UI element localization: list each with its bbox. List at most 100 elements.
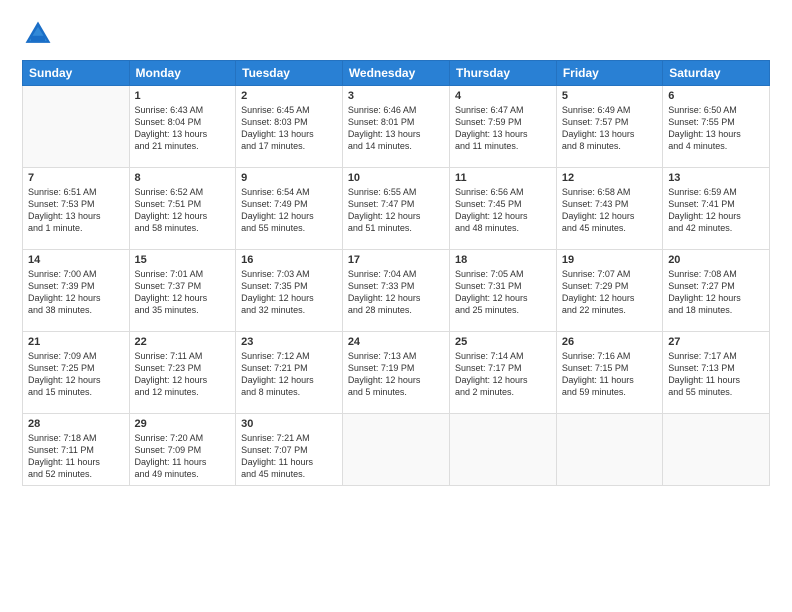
day-number: 30 [241, 418, 337, 430]
day-info: Sunrise: 7:17 AM Sunset: 7:13 PM Dayligh… [668, 350, 764, 399]
day-info: Sunrise: 6:50 AM Sunset: 7:55 PM Dayligh… [668, 104, 764, 153]
day-number: 19 [562, 254, 657, 266]
calendar-cell [342, 414, 449, 486]
week-row-3: 14 Sunrise: 7:00 AM Sunset: 7:39 PM Dayli… [23, 250, 770, 332]
calendar-cell: 20 Sunrise: 7:08 AM Sunset: 7:27 PM Dayli… [663, 250, 770, 332]
day-info: Sunrise: 7:21 AM Sunset: 7:07 PM Dayligh… [241, 432, 337, 481]
day-info: Sunrise: 7:01 AM Sunset: 7:37 PM Dayligh… [135, 268, 231, 317]
day-info: Sunrise: 6:58 AM Sunset: 7:43 PM Dayligh… [562, 186, 657, 235]
calendar-cell: 19 Sunrise: 7:07 AM Sunset: 7:29 PM Dayli… [556, 250, 662, 332]
day-number: 16 [241, 254, 337, 266]
week-row-1: 1 Sunrise: 6:43 AM Sunset: 8:04 PM Daylig… [23, 86, 770, 168]
day-info: Sunrise: 6:52 AM Sunset: 7:51 PM Dayligh… [135, 186, 231, 235]
day-number: 13 [668, 172, 764, 184]
day-number: 3 [348, 90, 444, 102]
day-header-wednesday: Wednesday [342, 61, 449, 86]
day-number: 5 [562, 90, 657, 102]
day-number: 21 [28, 336, 124, 348]
day-header-monday: Monday [129, 61, 236, 86]
day-number: 28 [28, 418, 124, 430]
calendar-cell: 24 Sunrise: 7:13 AM Sunset: 7:19 PM Dayli… [342, 332, 449, 414]
calendar-cell: 1 Sunrise: 6:43 AM Sunset: 8:04 PM Daylig… [129, 86, 236, 168]
day-info: Sunrise: 6:56 AM Sunset: 7:45 PM Dayligh… [455, 186, 551, 235]
day-info: Sunrise: 7:18 AM Sunset: 7:11 PM Dayligh… [28, 432, 124, 481]
day-number: 10 [348, 172, 444, 184]
day-number: 22 [135, 336, 231, 348]
day-number: 8 [135, 172, 231, 184]
calendar-cell: 22 Sunrise: 7:11 AM Sunset: 7:23 PM Dayli… [129, 332, 236, 414]
day-info: Sunrise: 6:55 AM Sunset: 7:47 PM Dayligh… [348, 186, 444, 235]
day-info: Sunrise: 7:07 AM Sunset: 7:29 PM Dayligh… [562, 268, 657, 317]
day-info: Sunrise: 7:00 AM Sunset: 7:39 PM Dayligh… [28, 268, 124, 317]
day-info: Sunrise: 7:13 AM Sunset: 7:19 PM Dayligh… [348, 350, 444, 399]
calendar-cell: 13 Sunrise: 6:59 AM Sunset: 7:41 PM Dayli… [663, 168, 770, 250]
calendar-cell: 7 Sunrise: 6:51 AM Sunset: 7:53 PM Daylig… [23, 168, 130, 250]
day-header-saturday: Saturday [663, 61, 770, 86]
calendar-cell: 14 Sunrise: 7:00 AM Sunset: 7:39 PM Dayli… [23, 250, 130, 332]
page: SundayMondayTuesdayWednesdayThursdayFrid… [0, 0, 792, 612]
day-info: Sunrise: 7:09 AM Sunset: 7:25 PM Dayligh… [28, 350, 124, 399]
day-info: Sunrise: 6:46 AM Sunset: 8:01 PM Dayligh… [348, 104, 444, 153]
day-number: 27 [668, 336, 764, 348]
week-row-2: 7 Sunrise: 6:51 AM Sunset: 7:53 PM Daylig… [23, 168, 770, 250]
day-number: 6 [668, 90, 764, 102]
day-number: 15 [135, 254, 231, 266]
day-info: Sunrise: 7:03 AM Sunset: 7:35 PM Dayligh… [241, 268, 337, 317]
calendar-cell: 18Sunrise: 7:05 AM Sunset: 7:31 PM Dayli… [450, 250, 557, 332]
calendar-cell: 25Sunrise: 7:14 AM Sunset: 7:17 PM Dayli… [450, 332, 557, 414]
day-info: Sunrise: 6:51 AM Sunset: 7:53 PM Dayligh… [28, 186, 124, 235]
calendar-cell: 9 Sunrise: 6:54 AM Sunset: 7:49 PM Daylig… [236, 168, 343, 250]
calendar-cell: 4 Sunrise: 6:47 AM Sunset: 7:59 PM Daylig… [450, 86, 557, 168]
day-header-thursday: Thursday [450, 61, 557, 86]
day-number: 23 [241, 336, 337, 348]
calendar-cell: 27 Sunrise: 7:17 AM Sunset: 7:13 PM Dayli… [663, 332, 770, 414]
day-info: Sunrise: 6:59 AM Sunset: 7:41 PM Dayligh… [668, 186, 764, 235]
day-info: Sunrise: 7:08 AM Sunset: 7:27 PM Dayligh… [668, 268, 764, 317]
day-info: Sunrise: 7:20 AM Sunset: 7:09 PM Dayligh… [135, 432, 231, 481]
day-number: 9 [241, 172, 337, 184]
calendar-cell: 17 Sunrise: 7:04 AM Sunset: 7:33 PM Dayli… [342, 250, 449, 332]
day-number: 1 [135, 90, 231, 102]
day-number: 20 [668, 254, 764, 266]
calendar-cell: 3 Sunrise: 6:46 AM Sunset: 8:01 PM Daylig… [342, 86, 449, 168]
day-info: Sunrise: 6:43 AM Sunset: 8:04 PM Dayligh… [135, 104, 231, 153]
calendar-cell: 12Sunrise: 6:58 AM Sunset: 7:43 PM Dayli… [556, 168, 662, 250]
header [22, 18, 770, 50]
day-number: 11 [455, 172, 551, 184]
calendar-cell: 26Sunrise: 7:16 AM Sunset: 7:15 PM Dayli… [556, 332, 662, 414]
calendar-cell [556, 414, 662, 486]
calendar-cell: 28 Sunrise: 7:18 AM Sunset: 7:11 PM Dayli… [23, 414, 130, 486]
day-info: Sunrise: 6:45 AM Sunset: 8:03 PM Dayligh… [241, 104, 337, 153]
calendar-cell: 21 Sunrise: 7:09 AM Sunset: 7:25 PM Dayli… [23, 332, 130, 414]
day-number: 26 [562, 336, 657, 348]
day-number: 2 [241, 90, 337, 102]
day-info: Sunrise: 6:47 AM Sunset: 7:59 PM Dayligh… [455, 104, 551, 153]
day-header-friday: Friday [556, 61, 662, 86]
day-number: 17 [348, 254, 444, 266]
calendar-cell: 30 Sunrise: 7:21 AM Sunset: 7:07 PM Dayli… [236, 414, 343, 486]
calendar-table: SundayMondayTuesdayWednesdayThursdayFrid… [22, 60, 770, 486]
calendar-cell: 10 Sunrise: 6:55 AM Sunset: 7:47 PM Dayli… [342, 168, 449, 250]
calendar-cell [663, 414, 770, 486]
day-number: 7 [28, 172, 124, 184]
week-row-5: 28 Sunrise: 7:18 AM Sunset: 7:11 PM Dayli… [23, 414, 770, 486]
day-number: 4 [455, 90, 551, 102]
calendar-cell: 5 Sunrise: 6:49 AM Sunset: 7:57 PM Daylig… [556, 86, 662, 168]
day-info: Sunrise: 7:12 AM Sunset: 7:21 PM Dayligh… [241, 350, 337, 399]
day-info: Sunrise: 7:04 AM Sunset: 7:33 PM Dayligh… [348, 268, 444, 317]
day-number: 25 [455, 336, 551, 348]
calendar-cell: 29Sunrise: 7:20 AM Sunset: 7:09 PM Dayli… [129, 414, 236, 486]
day-info: Sunrise: 7:05 AM Sunset: 7:31 PM Dayligh… [455, 268, 551, 317]
day-info: Sunrise: 6:49 AM Sunset: 7:57 PM Dayligh… [562, 104, 657, 153]
day-info: Sunrise: 7:11 AM Sunset: 7:23 PM Dayligh… [135, 350, 231, 399]
day-header-sunday: Sunday [23, 61, 130, 86]
day-number: 24 [348, 336, 444, 348]
logo [22, 18, 58, 50]
logo-icon [22, 18, 54, 50]
calendar-cell: 11 Sunrise: 6:56 AM Sunset: 7:45 PM Dayli… [450, 168, 557, 250]
calendar-cell: 16 Sunrise: 7:03 AM Sunset: 7:35 PM Dayli… [236, 250, 343, 332]
calendar-cell [23, 86, 130, 168]
day-info: Sunrise: 6:54 AM Sunset: 7:49 PM Dayligh… [241, 186, 337, 235]
week-row-4: 21 Sunrise: 7:09 AM Sunset: 7:25 PM Dayli… [23, 332, 770, 414]
day-number: 14 [28, 254, 124, 266]
